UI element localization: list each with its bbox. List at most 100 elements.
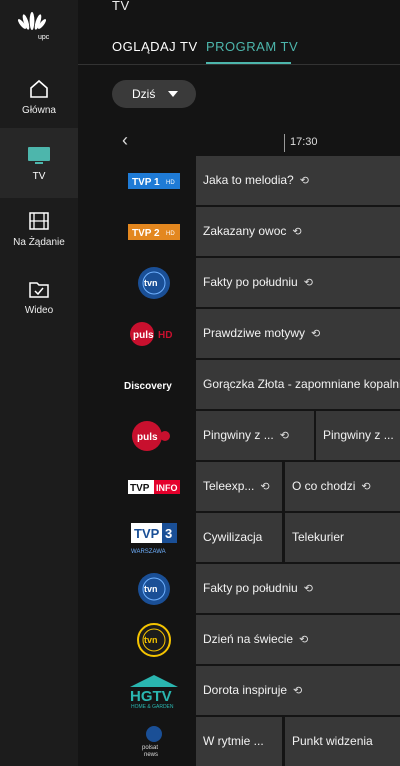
replay-icon: ⟲ bbox=[299, 175, 309, 187]
program-title: Pingwiny z ... bbox=[203, 428, 274, 442]
tvp1-logo-icon: TVP 1 HD bbox=[128, 172, 180, 189]
film-icon bbox=[29, 212, 49, 230]
channel-logo[interactable]: TVP 2 HD bbox=[116, 207, 192, 256]
channel-logo[interactable]: polsat news bbox=[116, 717, 192, 766]
sidebar: upc Główna TV Na Żądanie Wideo bbox=[0, 0, 78, 766]
tab-tv-guide[interactable]: PROGRAM TV bbox=[206, 39, 298, 54]
channel-row: Discovery Gorączka Złota - zapomniane ko… bbox=[78, 360, 400, 411]
svg-text:tvn: tvn bbox=[144, 278, 158, 288]
program-title: Dzień na świecie bbox=[203, 632, 294, 646]
upc-logo[interactable]: upc bbox=[0, 0, 78, 58]
channel-row: polsat news W rytmie ... Punkt widzenia bbox=[78, 717, 400, 766]
channel-logo[interactable]: HGTV HOME & GARDEN bbox=[116, 666, 192, 715]
svg-text:HD: HD bbox=[158, 330, 172, 341]
puls-logo-icon: puls HD bbox=[130, 321, 172, 346]
channel-logo[interactable]: TVP INFO bbox=[116, 462, 192, 511]
svg-text:polsat: polsat bbox=[142, 745, 158, 751]
replay-icon: ⟲ bbox=[279, 430, 289, 442]
program-cell[interactable]: Pingwiny z ...⟲ bbox=[316, 411, 400, 460]
day-selector-value: Dziś bbox=[132, 87, 156, 101]
day-selector[interactable]: Dziś bbox=[112, 80, 196, 108]
channel-row: TVP INFO Teleexp... ⟲ O co chodzi ⟲ bbox=[78, 462, 400, 513]
sidebar-item-label: Na Żądanie bbox=[13, 237, 65, 248]
program-cell[interactable]: Dzień na świecie ⟲ bbox=[196, 615, 400, 664]
channel-logo[interactable]: tvn bbox=[116, 258, 192, 307]
program-title: Dorota inspiruje bbox=[203, 683, 288, 697]
replay-icon: ⟲ bbox=[292, 226, 302, 238]
tab-watch-tv[interactable]: OGLĄDAJ TV bbox=[112, 39, 198, 54]
program-title: Teleexp... bbox=[203, 479, 255, 493]
program-title: O co chodzi bbox=[292, 479, 356, 493]
time-label: 17:30 bbox=[290, 136, 318, 148]
svg-text:puls: puls bbox=[137, 432, 158, 443]
channel-row: HGTV HOME & GARDEN Dorota inspiruje ⟲ bbox=[78, 666, 400, 717]
program-title: Zakazany owoc bbox=[203, 224, 287, 238]
channel-row: puls Pingwiny z ...⟲ Pingwiny z ...⟲ bbox=[78, 411, 400, 462]
tabs-divider bbox=[78, 64, 400, 65]
program-title: Fakty po południu bbox=[203, 581, 298, 595]
replay-icon: ⟲ bbox=[303, 277, 313, 289]
svg-text:puls: puls bbox=[133, 330, 154, 341]
replay-icon: ⟲ bbox=[303, 583, 313, 595]
hgtv-logo-icon: HGTV HOME & GARDEN bbox=[130, 674, 178, 709]
tv-icon bbox=[28, 147, 50, 164]
svg-text:HGTV: HGTV bbox=[130, 688, 172, 705]
program-cell[interactable]: Dorota inspiruje ⟲ bbox=[196, 666, 400, 715]
channel-logo[interactable]: Discovery bbox=[116, 360, 192, 409]
discovery-logo-icon: Discovery bbox=[124, 381, 172, 392]
program-cell[interactable]: O co chodzi ⟲ bbox=[285, 462, 400, 511]
replay-icon: ⟲ bbox=[361, 481, 371, 493]
tvn24-logo-icon: tvn bbox=[138, 572, 170, 605]
svg-text:HOME & GARDEN: HOME & GARDEN bbox=[131, 704, 174, 709]
program-title: Telekurier bbox=[292, 530, 345, 544]
folder-check-icon bbox=[29, 282, 49, 298]
program-cell[interactable]: Punkt widzenia bbox=[285, 717, 400, 766]
program-cell[interactable]: Prawdziwe motywy ⟲ bbox=[196, 309, 400, 358]
time-marker bbox=[284, 134, 285, 152]
svg-text:Discovery: Discovery bbox=[124, 381, 172, 392]
svg-text:news: news bbox=[144, 752, 158, 758]
channel-row: tvn Fakty po południu ⟲ bbox=[78, 258, 400, 309]
channel-logo[interactable]: TVP 3 WARSZAWA bbox=[116, 513, 192, 562]
program-cell[interactable]: Jaka to melodia? ⟲ bbox=[196, 156, 400, 205]
replay-icon: ⟲ bbox=[260, 481, 270, 493]
channel-row: tvn Fakty po południu ⟲ bbox=[78, 564, 400, 615]
main-content: TV OGLĄDAJ TV PROGRAM TV Dziś ‹ 17:30 TV… bbox=[78, 0, 400, 766]
channel-logo[interactable]: tvn bbox=[116, 564, 192, 613]
channel-row: TVP 3 WARSZAWA Cywilizacja Telekurier bbox=[78, 513, 400, 564]
sidebar-item-on-demand[interactable]: Na Żądanie bbox=[0, 200, 78, 270]
channel-logo[interactable]: TVP 1 HD bbox=[116, 156, 192, 205]
program-cell[interactable]: Gorączka Złota - zapomniane kopalnie bbox=[196, 360, 400, 409]
svg-text:HD: HD bbox=[166, 231, 175, 237]
sidebar-item-video[interactable]: Wideo bbox=[0, 268, 78, 338]
channel-row: TVP 1 HD Jaka to melodia? ⟲ bbox=[78, 156, 400, 207]
program-cell[interactable]: Zakazany owoc ⟲ bbox=[196, 207, 400, 256]
svg-text:tvn: tvn bbox=[144, 584, 158, 594]
program-cell[interactable]: Pingwiny z ... ⟲ bbox=[196, 411, 314, 460]
svg-text:WARSZAWA: WARSZAWA bbox=[131, 549, 166, 555]
sidebar-item-label: TV bbox=[32, 171, 46, 182]
upc-logo-text: upc bbox=[38, 34, 50, 41]
sidebar-item-tv[interactable]: TV bbox=[0, 128, 78, 198]
program-title: Pingwiny z ... bbox=[323, 428, 394, 442]
program-cell[interactable]: Cywilizacja bbox=[196, 513, 282, 562]
tvp2-logo-icon: TVP 2 HD bbox=[128, 223, 180, 240]
polsat-news-logo-icon: polsat news bbox=[142, 725, 162, 758]
channel-logo[interactable]: puls bbox=[116, 411, 192, 460]
tvp-info-logo-icon: TVP INFO bbox=[128, 479, 180, 494]
svg-text:3: 3 bbox=[165, 526, 172, 541]
program-cell[interactable]: Fakty po południu ⟲ bbox=[196, 564, 400, 613]
upc-logo-icon bbox=[17, 12, 47, 30]
program-cell[interactable]: Teleexp... ⟲ bbox=[196, 462, 282, 511]
home-icon bbox=[30, 79, 48, 98]
program-cell[interactable]: Telekurier bbox=[285, 513, 400, 562]
program-cell[interactable]: Fakty po południu ⟲ bbox=[196, 258, 400, 307]
program-title: Punkt widzenia bbox=[292, 734, 373, 748]
replay-icon: ⟲ bbox=[299, 634, 309, 646]
tvn24-bis-logo-icon: tvn bbox=[137, 622, 171, 657]
channel-logo[interactable]: puls HD bbox=[116, 309, 192, 358]
chevron-left-icon[interactable]: ‹ bbox=[122, 130, 128, 151]
channel-logo[interactable]: tvn bbox=[116, 615, 192, 664]
caret-down-icon bbox=[168, 91, 178, 97]
program-cell[interactable]: W rytmie ... bbox=[196, 717, 282, 766]
